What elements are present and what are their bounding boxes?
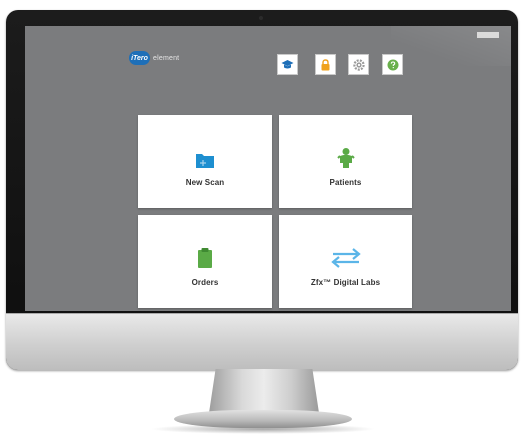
camera-dot: [259, 16, 263, 20]
swap-arrows-icon: [330, 248, 361, 268]
window-controls[interactable]: [477, 32, 499, 38]
monitor-chin: [6, 313, 518, 370]
settings-button[interactable]: [348, 54, 369, 75]
tile-icon-wrap: [329, 245, 363, 269]
app-logo: iTero element: [129, 51, 179, 65]
clipboard-icon: [198, 248, 212, 268]
tile-label-new-scan: New Scan: [185, 178, 225, 187]
training-button[interactable]: [277, 54, 298, 75]
tile-new-scan[interactable]: New Scan: [138, 115, 272, 208]
tile-icon-wrap: [197, 245, 213, 269]
tile-patients[interactable]: Patients: [279, 115, 412, 208]
graduation-cap-icon: [281, 60, 294, 69]
monitor-stand-base: [174, 410, 352, 428]
logo-badge: iTero: [129, 51, 150, 65]
app-screen: iTero element New Scan Patients Orders Z…: [25, 26, 511, 311]
help-button[interactable]: [382, 54, 403, 75]
question-icon: [387, 59, 398, 70]
desktop-scene: iTero element New Scan Patients Orders Z…: [0, 0, 524, 439]
folder-icon: [196, 154, 214, 168]
tile-icon-wrap: [195, 145, 215, 169]
tile-digital-labs[interactable]: Zfx™ Digital Labs: [279, 215, 412, 308]
tile-label-patients: Patients: [329, 178, 362, 187]
lock-icon: [321, 58, 330, 70]
gear-icon: [352, 58, 365, 71]
lock-button[interactable]: [315, 54, 336, 75]
tile-icon-wrap: [336, 145, 355, 169]
monitor: iTero element New Scan Patients Orders Z…: [6, 10, 518, 370]
tile-label-orders: Orders: [191, 278, 219, 287]
tile-label-digital-labs: Zfx™ Digital Labs: [310, 278, 381, 287]
monitor-stand-neck: [209, 369, 319, 413]
tile-orders[interactable]: Orders: [138, 215, 272, 308]
logo-wordmark: element: [153, 54, 180, 62]
person-icon: [336, 148, 355, 168]
